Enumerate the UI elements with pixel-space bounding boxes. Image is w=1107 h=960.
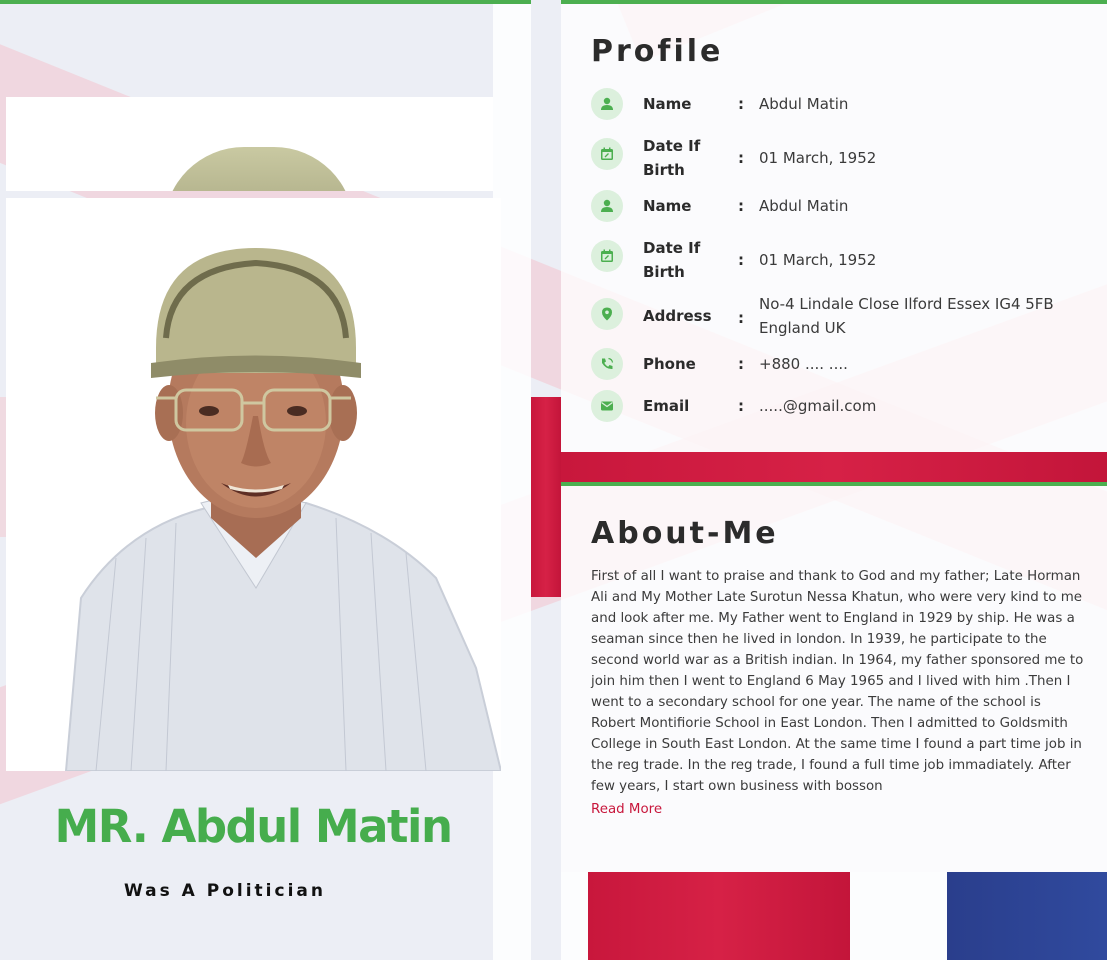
person-icon — [591, 88, 623, 120]
separator-colon: : — [738, 149, 744, 167]
profile-label: Date If Birth — [643, 239, 701, 281]
left-top-accent-bar — [0, 0, 531, 4]
person-name-heading: MR. Abdul Matin — [54, 800, 453, 853]
calendar-icon — [591, 240, 623, 272]
about-paragraph: First of all I want to praise and thank … — [591, 569, 1084, 794]
profile-value: Abdul Matin — [759, 95, 849, 113]
location-pin-icon — [591, 298, 623, 330]
separator-colon: : — [738, 355, 744, 373]
profile-card: Profile Name : Abdul Matin Date If Birth… — [561, 0, 1107, 452]
separator-colon: : — [738, 95, 744, 113]
separator-colon: : — [738, 397, 744, 415]
person-icon — [591, 190, 623, 222]
profile-value: Abdul Matin — [759, 197, 849, 215]
profile-value: +880 .... .... — [759, 355, 848, 373]
cap-image-fragment — [164, 147, 354, 191]
profile-label: Email — [643, 397, 690, 415]
profile-label: Address — [643, 307, 712, 325]
person-subtitle: Was A Politician — [124, 881, 326, 901]
profile-title: Profile — [591, 34, 724, 69]
portrait-illustration — [6, 198, 501, 771]
phone-icon[interactable] — [591, 348, 623, 380]
photo-duplicate-strip — [6, 97, 493, 191]
profile-value: 01 March, 1952 — [759, 149, 877, 167]
profile-value: .....@gmail.com — [759, 397, 877, 415]
about-title: About-Me — [591, 516, 779, 551]
envelope-icon[interactable] — [591, 390, 623, 422]
read-more-link[interactable]: Read More — [591, 799, 662, 820]
profile-label: Name — [643, 95, 692, 113]
profile-label: Name — [643, 197, 692, 215]
profile-label: Phone — [643, 355, 696, 373]
about-card: About-Me First of all I want to praise a… — [561, 482, 1107, 872]
profile-label: Date If Birth — [643, 137, 701, 179]
separator-colon: : — [738, 251, 744, 269]
profile-value: 01 March, 1952 — [759, 251, 877, 269]
calendar-icon — [591, 138, 623, 170]
profile-photo — [6, 198, 501, 771]
separator-colon: : — [738, 309, 744, 327]
profile-value: No-4 Lindale Close Ilford Essex IG4 5FB … — [759, 295, 1054, 337]
separator-colon: : — [738, 197, 744, 215]
